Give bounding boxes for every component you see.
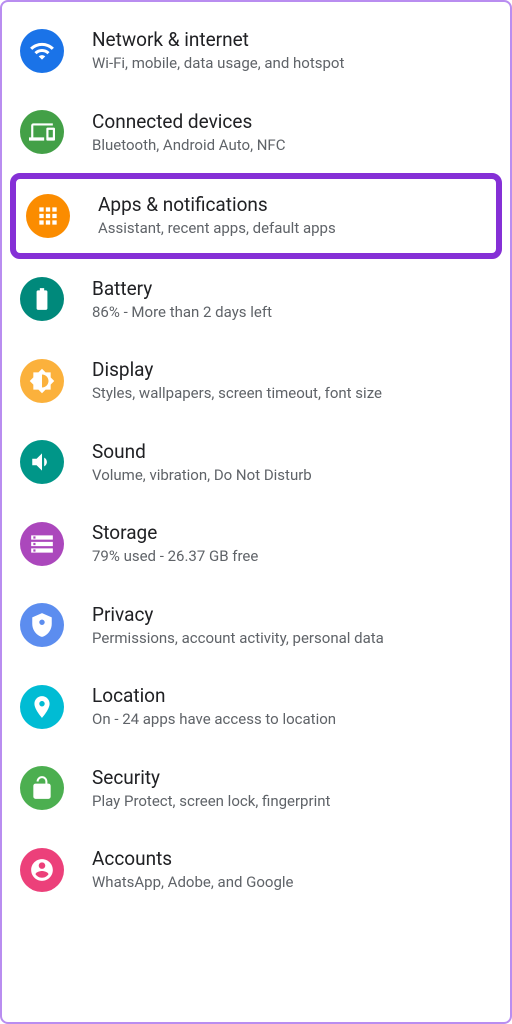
settings-item-security[interactable]: Security Play Protect, screen lock, fing…: [2, 748, 510, 830]
settings-item-display[interactable]: Display Styles, wallpapers, screen timeo…: [2, 340, 510, 422]
sound-icon: [20, 440, 64, 484]
settings-item-title: Privacy: [92, 603, 384, 626]
devices-icon: [20, 110, 64, 154]
apps-icon: [26, 194, 70, 238]
settings-item-title: Accounts: [92, 847, 294, 870]
settings-item-subtitle: Assistant, recent apps, default apps: [98, 219, 336, 239]
settings-item-subtitle: On - 24 apps have access to location: [92, 710, 336, 730]
account-icon: [20, 848, 64, 892]
settings-item-battery[interactable]: Battery 86% - More than 2 days left: [2, 259, 510, 341]
settings-item-title: Connected devices: [92, 110, 286, 133]
settings-item-subtitle: Wi-Fi, mobile, data usage, and hotspot: [92, 54, 344, 74]
battery-icon: [20, 277, 64, 321]
storage-icon: [20, 522, 64, 566]
settings-list: Network & internet Wi-Fi, mobile, data u…: [2, 10, 510, 911]
privacy-icon: [20, 603, 64, 647]
settings-item-storage[interactable]: Storage 79% used - 26.37 GB free: [2, 503, 510, 585]
settings-item-title: Display: [92, 358, 382, 381]
location-icon: [20, 685, 64, 729]
settings-item-subtitle: 79% used - 26.37 GB free: [92, 547, 258, 567]
settings-item-location[interactable]: Location On - 24 apps have access to loc…: [2, 666, 510, 748]
lock-icon: [20, 766, 64, 810]
settings-item-title: Sound: [92, 440, 312, 463]
settings-item-subtitle: 86% - More than 2 days left: [92, 303, 272, 323]
settings-item-title: Location: [92, 684, 336, 707]
settings-item-title: Storage: [92, 521, 258, 544]
settings-item-subtitle: Styles, wallpapers, screen timeout, font…: [92, 384, 382, 404]
settings-item-sound[interactable]: Sound Volume, vibration, Do Not Disturb: [2, 422, 510, 504]
settings-item-network[interactable]: Network & internet Wi-Fi, mobile, data u…: [2, 10, 510, 92]
settings-item-subtitle: Play Protect, screen lock, fingerprint: [92, 792, 330, 812]
settings-item-subtitle: Bluetooth, Android Auto, NFC: [92, 136, 286, 156]
settings-item-title: Apps & notifications: [98, 193, 336, 216]
settings-item-apps[interactable]: Apps & notifications Assistant, recent a…: [10, 173, 502, 259]
settings-item-subtitle: WhatsApp, Adobe, and Google: [92, 873, 294, 893]
settings-item-subtitle: Volume, vibration, Do Not Disturb: [92, 466, 312, 486]
settings-item-privacy[interactable]: Privacy Permissions, account activity, p…: [2, 585, 510, 667]
settings-item-title: Security: [92, 766, 330, 789]
settings-item-subtitle: Permissions, account activity, personal …: [92, 629, 384, 649]
settings-item-title: Battery: [92, 277, 272, 300]
wifi-icon: [20, 29, 64, 73]
settings-item-accounts[interactable]: Accounts WhatsApp, Adobe, and Google: [2, 829, 510, 911]
brightness-icon: [20, 359, 64, 403]
settings-item-title: Network & internet: [92, 28, 344, 51]
settings-item-connected[interactable]: Connected devices Bluetooth, Android Aut…: [2, 92, 510, 174]
